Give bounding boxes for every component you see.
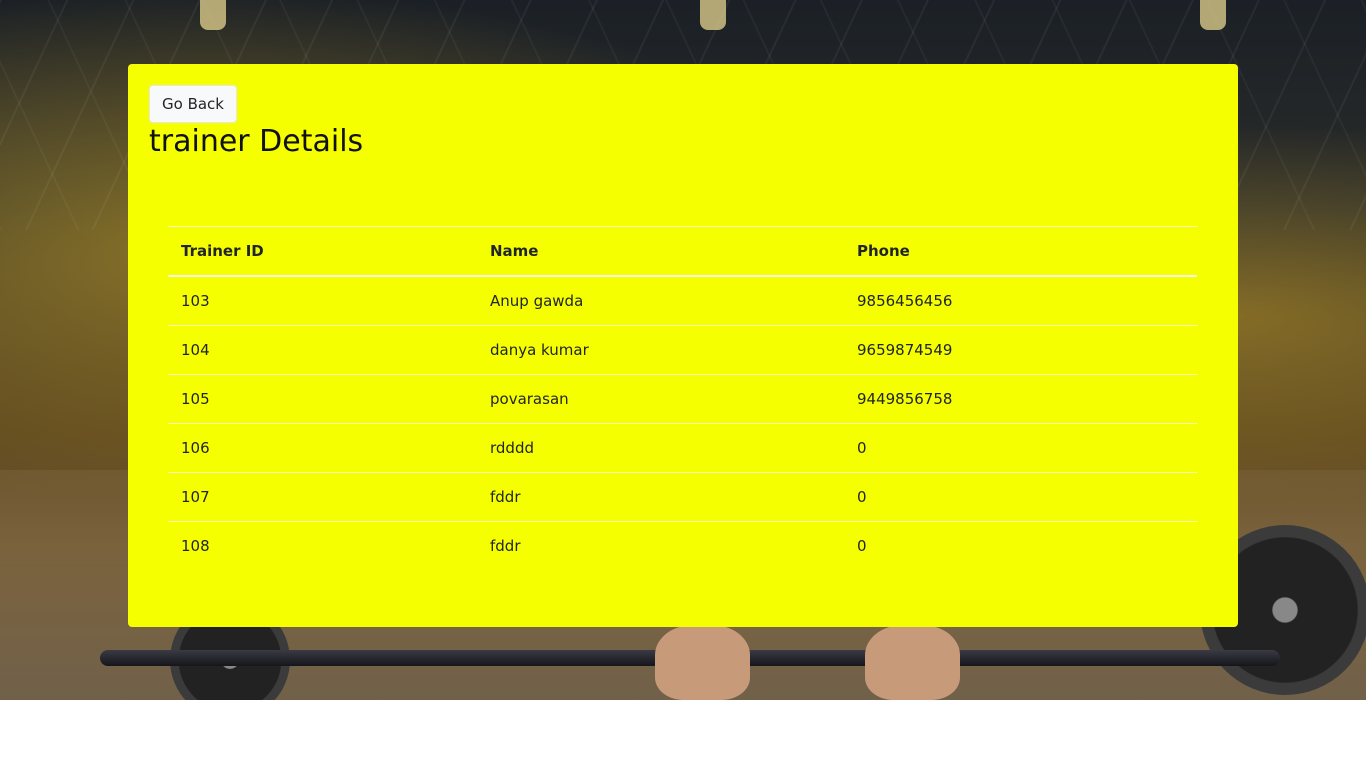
trainer-id-cell: 108	[168, 521, 477, 570]
table-row: 103 Anup gawda 9856456456	[168, 276, 1197, 326]
trainer-name-cell: povarasan	[477, 374, 844, 424]
trainer-id-cell: 107	[168, 472, 477, 522]
right-hand	[865, 625, 960, 700]
table-header-row: Trainer ID Name Phone	[168, 226, 1197, 277]
trainer-id-cell: 104	[168, 325, 477, 375]
ceiling-lamp	[700, 0, 726, 30]
trainer-phone-cell: 9856456456	[857, 292, 953, 310]
table-row: 104 danya kumar 9659874549	[168, 325, 1197, 375]
page-title: trainer Details	[149, 124, 364, 159]
trainer-name-cell: rdddd	[477, 423, 844, 473]
go-back-button[interactable]: Go Back	[149, 85, 237, 123]
trainer-name-cell: fddr	[477, 521, 844, 570]
trainer-table-container: Trainer ID Name Phone 103 Anup gawda 985…	[168, 226, 1197, 570]
trainer-details-card: Go Back trainer Details Trainer ID Name …	[128, 64, 1238, 627]
column-header-phone: Phone	[844, 226, 1197, 277]
trainer-phone-cell: 9659874549	[844, 325, 1197, 375]
trainer-name-cell: Anup gawda	[490, 292, 584, 310]
left-hand	[655, 625, 750, 700]
table-row: 107 fddr 0	[168, 472, 1197, 522]
trainer-phone-cell: 0	[844, 423, 1197, 473]
ceiling-lamp	[200, 0, 226, 30]
trainer-id-cell: 103	[181, 292, 210, 310]
column-header-name: Name	[477, 226, 844, 277]
table-row: 105 povarasan 9449856758	[168, 374, 1197, 424]
table-row: 108 fddr 0	[168, 521, 1197, 570]
trainer-table: Trainer ID Name Phone 103 Anup gawda 985…	[168, 226, 1197, 570]
trainer-phone-cell: 9449856758	[844, 374, 1197, 424]
ceiling-lamp	[1200, 0, 1226, 30]
trainer-phone-cell: 0	[844, 472, 1197, 522]
trainer-phone-cell: 0	[844, 521, 1197, 570]
table-row: 106 rdddd 0	[168, 423, 1197, 473]
column-header-trainer-id: Trainer ID	[168, 226, 477, 277]
trainer-name-cell: danya kumar	[477, 325, 844, 375]
trainer-id-cell: 105	[168, 374, 477, 424]
trainer-id-cell: 106	[168, 423, 477, 473]
trainer-name-cell: fddr	[477, 472, 844, 522]
